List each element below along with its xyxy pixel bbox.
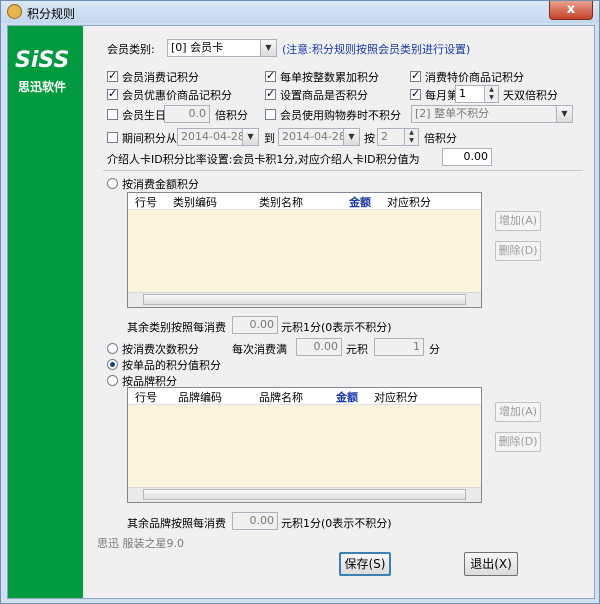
scroll-thumb[interactable] (143, 294, 466, 305)
yuan-label: 元积 (346, 343, 368, 356)
other-category-label: 其余类别按照每消费 (127, 321, 226, 334)
shopping-card-mode-select[interactable]: [2] 整单不积分 ▼ (411, 105, 573, 123)
intro-ratio-field[interactable]: 0.00 (442, 148, 492, 166)
other-category-suffix: 元积1分(0表示不积分) (281, 321, 392, 334)
col-amount: 金额 (349, 196, 371, 209)
member-points-checkbox[interactable] (107, 69, 118, 82)
birthday-multiplier-field[interactable]: 0.0 (164, 105, 210, 123)
delete-brand-button[interactable]: 删除(D) (495, 432, 541, 452)
period-suffix: 倍积分 (424, 132, 457, 145)
spin-arrows-icon[interactable]: ▲ ▼ (404, 129, 418, 145)
category-points-grid[interactable]: 行号 类别编码 类别名称 金额 对应积分 (127, 192, 482, 308)
dialog-client: SiSS 思迅软件 会员类别: [0] 会员卡 ▼ (注意:积分规则按照会员类别… (7, 25, 595, 599)
grid-header: 行号 类别编码 类别名称 金额 对应积分 (128, 193, 481, 210)
set-item-points-checkbox[interactable] (265, 87, 276, 100)
version-label: 思迅 服装之星9.0 (97, 537, 184, 550)
amount-points-radio[interactable] (107, 178, 118, 189)
title-bar: 积分规则 x (1, 1, 599, 23)
integral-rules-window: 积分规则 x SiSS 思迅软件 会员类别: [0] 会员卡 ▼ (注意:积分规… (0, 0, 600, 604)
close-button[interactable]: x (549, 1, 593, 20)
monthly-double-checkbox[interactable] (410, 87, 421, 100)
app-icon (7, 4, 22, 19)
col-code: 类别编码 (173, 196, 217, 209)
period-multiplier-spinner[interactable]: 2 ▲ ▼ (377, 128, 419, 146)
col-row-no: 行号 (135, 196, 157, 209)
special-price-label: 消费特价商品记积分 (425, 71, 524, 84)
add-category-button[interactable]: 增加(A) (495, 211, 541, 231)
points-suffix: 分 (429, 343, 440, 356)
monthly-label: 每月第 (425, 89, 458, 102)
item-points-label: 按单品的积分值积分 (122, 359, 221, 372)
add-brand-button[interactable]: 增加(A) (495, 402, 541, 422)
discount-points-checkbox[interactable] (107, 87, 118, 100)
horizontal-scrollbar[interactable] (128, 487, 481, 502)
spin-arrows-icon[interactable]: ▲ ▼ (484, 86, 498, 102)
period-to-value: 2014-04-28 (282, 130, 346, 143)
count-points-radio[interactable] (107, 343, 118, 354)
each-purchase-label: 每次消费满 (232, 343, 287, 356)
member-type-note: (注意:积分规则按照会员类别进行设置) (282, 43, 471, 56)
grid-header: 行号 品牌编码 品牌名称 金额 对应积分 (128, 388, 481, 405)
col-name: 类别名称 (259, 196, 303, 209)
count-points-label: 按消费次数积分 (122, 343, 199, 356)
save-button[interactable]: 保存(S) (339, 552, 391, 576)
other-brand-suffix: 元积1分(0表示不积分) (281, 517, 392, 530)
other-brand-field[interactable]: 0.00 (232, 512, 278, 530)
col-row-no: 行号 (135, 391, 157, 404)
chevron-down-icon[interactable]: ▼ (556, 106, 572, 122)
item-points-radio[interactable] (107, 359, 118, 370)
member-type-select[interactable]: [0] 会员卡 ▼ (167, 39, 277, 57)
period-from-value: 2014-04-28 (181, 130, 245, 143)
member-type-label: 会员类别: (107, 43, 155, 56)
logo-subtitle: 思迅软件 (18, 80, 67, 94)
col-amount: 金额 (336, 391, 358, 404)
shopping-card-mode-value: [2] 整单不积分 (415, 107, 490, 120)
brand-points-grid[interactable]: 行号 品牌编码 品牌名称 金额 对应积分 (127, 387, 482, 503)
set-item-points-label: 设置商品是否积分 (280, 89, 368, 102)
birthday-checkbox[interactable] (107, 109, 118, 120)
exit-button[interactable]: 退出(X) (464, 552, 518, 576)
amount-points-label: 按消费金额积分 (122, 178, 199, 191)
special-price-checkbox[interactable] (410, 69, 421, 82)
period-multiplier-value: 2 (381, 130, 388, 143)
each-purchase-field[interactable]: 0.00 (296, 338, 342, 356)
divider (103, 170, 583, 171)
shopping-card-checkbox[interactable] (265, 109, 276, 120)
member-type-value: [0] 会员卡 (171, 41, 224, 54)
period-to-date[interactable]: 2014-04-28 ▼ (278, 128, 360, 146)
brand-points-radio[interactable] (107, 375, 118, 386)
monthly-day-spinner[interactable]: 1 ▲ ▼ (455, 85, 499, 103)
col-points: 对应积分 (374, 391, 418, 404)
count-points-field[interactable]: 1 (374, 338, 424, 356)
birthday-label: 会员生日 (122, 109, 166, 122)
per-order-accumulate-label: 每单按整数累加积分 (280, 71, 379, 84)
chevron-down-icon[interactable]: ▼ (343, 129, 359, 145)
intro-ratio-label: 介绍人卡ID积分比率设置:会员卡积1分,对应介绍人卡ID积分值为 (107, 153, 420, 166)
period-by-label: 按 (364, 132, 375, 145)
col-name: 品牌名称 (259, 391, 303, 404)
birthday-suffix: 倍积分 (215, 109, 248, 122)
other-category-field[interactable]: 0.00 (232, 316, 278, 334)
col-points: 对应积分 (387, 196, 431, 209)
member-points-label: 会员消费记积分 (122, 71, 199, 84)
window-title: 积分规则 (27, 7, 76, 21)
discount-points-label: 会员优惠价商品记积分 (122, 89, 232, 102)
horizontal-scrollbar[interactable] (128, 292, 481, 307)
shopping-card-label: 会员使用购物券时不积分 (280, 109, 401, 122)
other-brand-label: 其余品牌按照每消费 (127, 517, 226, 530)
scroll-thumb[interactable] (143, 489, 466, 500)
period-to-label: 到 (264, 132, 275, 145)
period-checkbox[interactable] (107, 132, 118, 143)
chevron-down-icon[interactable]: ▼ (242, 129, 258, 145)
monthly-suffix: 天双倍积分 (503, 89, 558, 102)
period-from-date[interactable]: 2014-04-28 ▼ (177, 128, 259, 146)
chevron-down-icon[interactable]: ▼ (260, 40, 276, 56)
col-code: 品牌编码 (178, 391, 222, 404)
per-order-accumulate-checkbox[interactable] (265, 69, 276, 82)
monthly-day-value: 1 (459, 87, 466, 100)
siss-logo: SiSS (15, 48, 70, 73)
delete-category-button[interactable]: 删除(D) (495, 241, 541, 261)
period-label: 期间积分从 (122, 132, 177, 145)
brand-sidebar: SiSS 思迅软件 (8, 26, 83, 598)
